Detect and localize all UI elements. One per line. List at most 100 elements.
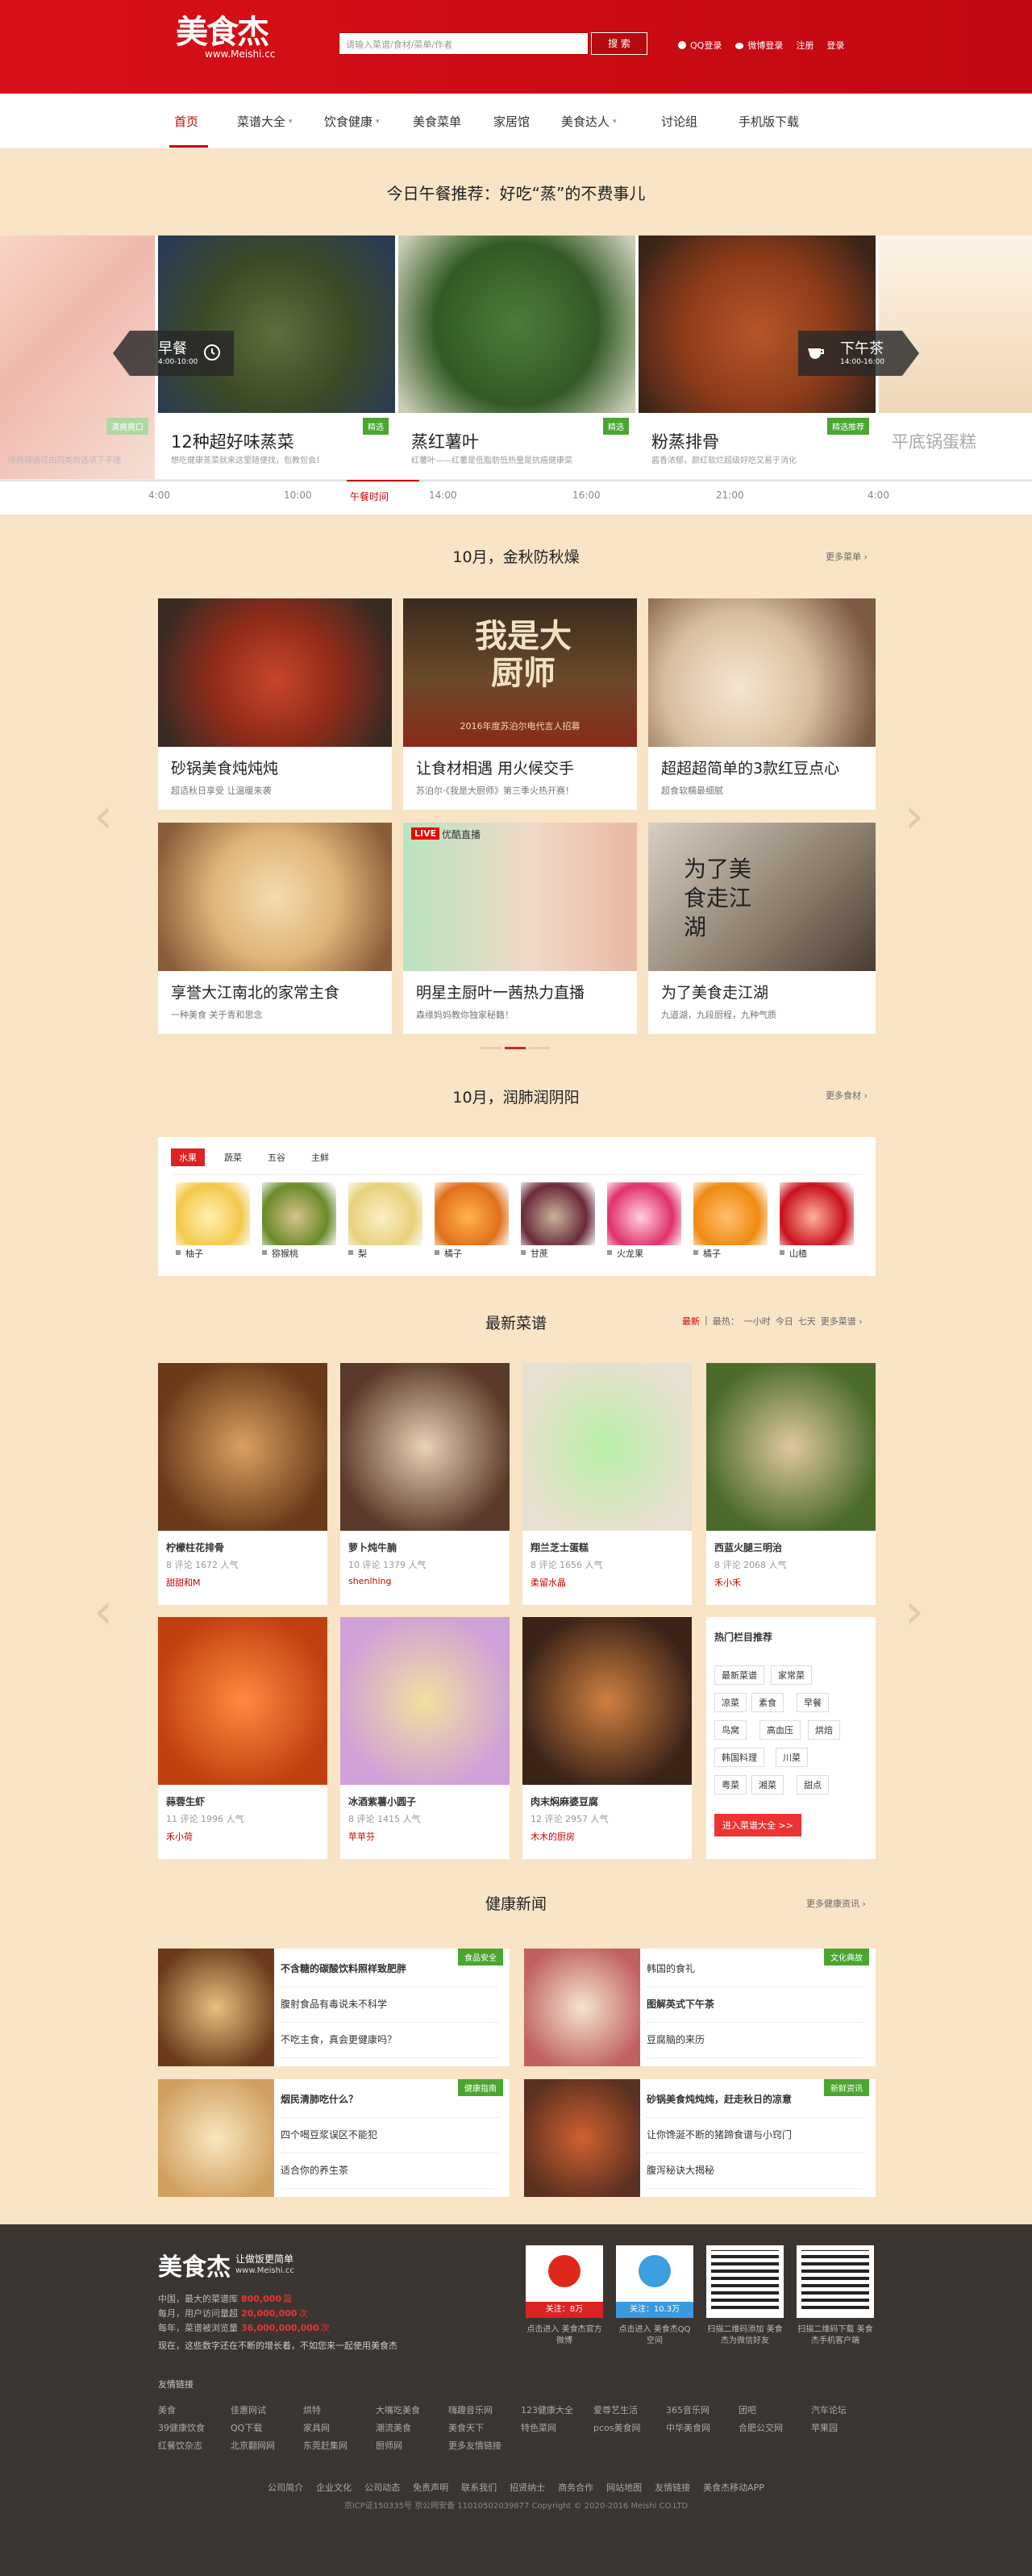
feature-card[interactable]: 为了美食走江湖 为了美食走江湖 九道湖，九段厨程，九种气质 (648, 823, 876, 1034)
friend-link[interactable]: 北京翻网网 (231, 2439, 275, 2452)
feature-card[interactable]: 我是大厨师 2016年度苏泊尔电代言人招募 让食材相遇 用火候交手 苏泊尔·《我… (403, 598, 637, 810)
breakfast-flag[interactable]: 早餐 4:00-10:00 (113, 331, 234, 376)
nav-home[interactable]: 首页 (174, 113, 198, 130)
news-link[interactable]: 砂锅美食炖炖炖，赶走秋日的凉意 (647, 2092, 864, 2118)
footer-link[interactable]: 公司简介 (268, 2482, 303, 2493)
timeline-tick[interactable]: 16:00 (572, 490, 601, 501)
friend-link[interactable]: 大嘴吃美食 (376, 2403, 420, 2416)
footer-link[interactable]: 商务合作 (558, 2482, 593, 2493)
dot-active[interactable] (505, 1047, 526, 1049)
hot-chip[interactable]: 鸟窝 (714, 1720, 747, 1740)
friend-link[interactable]: 爱尊艺生活 (593, 2403, 638, 2416)
recipe-card[interactable]: 冰酒紫薯小圆子 8 评论 1415 人气 苹苹芬 (340, 1617, 510, 1859)
friend-link[interactable]: 厨师网 (376, 2439, 402, 2452)
friend-link[interactable]: 美食天下 (448, 2421, 484, 2434)
hot-chip[interactable]: 素食 (751, 1693, 784, 1712)
recipe-author[interactable]: 禾小荷 (166, 1830, 193, 1843)
footer-link[interactable]: 美食杰移动APP (703, 2482, 764, 2493)
qr-code[interactable]: 扫描二维码添加 美食杰为微信好友 (706, 2245, 784, 2366)
ingredient-item[interactable]: 猕猴桃 (257, 1179, 341, 1266)
dot[interactable] (481, 1047, 501, 1049)
friend-link[interactable]: 红餐饮杂志 (158, 2439, 202, 2452)
hot-chip[interactable]: 烘焙 (808, 1720, 840, 1740)
arrow-right-icon[interactable]: › (905, 1587, 929, 1636)
recipe-card[interactable]: 翔兰芝士蛋糕 8 评论 1656 人气 柔留水晶 (522, 1363, 692, 1605)
friend-link[interactable]: 美食 (158, 2403, 176, 2416)
friend-link[interactable]: 家具网 (303, 2421, 330, 2434)
friend-link[interactable]: pcos美食网 (593, 2421, 641, 2434)
arrow-left-icon[interactable]: ‹ (94, 792, 118, 840)
timeline-tick[interactable]: 4:00 (148, 490, 170, 501)
filter-today[interactable]: 今日 (776, 1315, 793, 1328)
hot-chip[interactable]: 最新菜谱 (714, 1665, 764, 1685)
timeline-tick[interactable]: 4:00 (868, 490, 889, 501)
friend-link[interactable]: QQ下载 (231, 2421, 262, 2434)
hot-chip[interactable]: 家常菜 (771, 1665, 812, 1685)
news-image[interactable] (524, 2079, 640, 2197)
qr-code[interactable]: 扫描二维码下载 美食杰手机客户端 (797, 2245, 874, 2366)
friend-link[interactable]: 团吧 (739, 2403, 756, 2416)
hot-chip[interactable]: 凉菜 (714, 1693, 747, 1712)
news-image[interactable] (158, 2079, 274, 2197)
feature-card[interactable]: 砂锅美食炖炖炖 超适秋日享受 让温暖来袭 (158, 598, 392, 810)
news-link[interactable]: 让你馋涎不断的猪蹄食谱与小窍门 (647, 2128, 864, 2153)
afternoon-tea-flag[interactable]: 下午茶 14:00-16:00 (798, 331, 919, 376)
more-ingredients-link[interactable]: 更多食材 › (826, 1089, 868, 1102)
hot-chip[interactable]: 高血压 (759, 1720, 801, 1740)
friend-link[interactable]: 合肥公交网 (739, 2421, 783, 2434)
hot-chip[interactable]: 湘菜 (751, 1775, 784, 1794)
timeline-tick-active[interactable]: 午餐时间 (350, 490, 389, 503)
nav-forum[interactable]: 讨论组 (661, 113, 697, 130)
search-input[interactable]: 请输入菜谱/食材/菜单/作者 (339, 32, 589, 55)
tab-vegetable[interactable]: 蔬菜 (224, 1151, 242, 1164)
footer-link[interactable]: 免责声明 (413, 2482, 448, 2493)
footer-link[interactable]: 联系我们 (461, 2482, 497, 2493)
friend-link[interactable]: 更多友情链接 (448, 2439, 501, 2452)
feature-card[interactable]: 享誉大江南北的家常主食 一种美食 关于青和思念 (158, 823, 392, 1034)
ingredient-item[interactable]: 柚子 (171, 1179, 255, 1266)
timeline-tick[interactable]: 10:00 (284, 490, 312, 501)
footer-link[interactable]: 网站地图 (606, 2482, 642, 2493)
hot-chip[interactable]: 川菜 (776, 1748, 808, 1767)
ingredient-item[interactable]: 山楂 (775, 1179, 859, 1266)
ingredient-item[interactable]: 橘子 (430, 1179, 514, 1266)
recipe-author[interactable]: 禾小禾 (714, 1576, 741, 1589)
ingredient-item[interactable]: 甘蔗 (516, 1179, 600, 1266)
nav-mobile[interactable]: 手机版下载 (739, 113, 799, 130)
footer-link[interactable]: 公司动态 (364, 2482, 400, 2493)
ingredient-item[interactable]: 梨 (343, 1179, 427, 1266)
news-link[interactable]: 图解英式下午茶 (647, 1997, 864, 2023)
timeline-tick[interactable]: 21:00 (716, 490, 744, 501)
social-follow[interactable]: 关注：8万 点击进入 美食杰官方微博 (526, 2245, 603, 2366)
tab-fresh[interactable]: 主鲜 (311, 1151, 329, 1164)
nav-health[interactable]: 饮食健康 ▾ (324, 113, 380, 130)
nav-menus[interactable]: 美食菜单 (413, 113, 461, 130)
site-logo[interactable]: 美食杰 www.Meishi.cc (176, 13, 275, 60)
slide-sweet-potato-leaves[interactable]: 精选 蒸红薯叶 红薯叶——红薯是低脂肪低热量是抗癌健康菜 (398, 236, 635, 479)
news-link[interactable]: 四个喝豆浆误区不能犯 (281, 2128, 498, 2153)
nav-home-living[interactable]: 家居馆 (493, 113, 530, 130)
more-menus-link[interactable]: 更多菜单 › (826, 550, 868, 563)
recipe-card[interactable]: 西蓝火腿三明治 8 评论 2068 人气 禾小禾 (706, 1363, 876, 1605)
more-recipes-link[interactable]: 更多菜谱 › (821, 1315, 863, 1328)
tab-fruit[interactable]: 水果 (171, 1148, 205, 1166)
friend-link[interactable]: 39健康饮食 (158, 2421, 205, 2434)
filter-newest[interactable]: 最新 (682, 1315, 700, 1328)
hot-chip[interactable]: 甜点 (797, 1775, 829, 1794)
news-image[interactable] (158, 1949, 274, 2066)
recipe-card[interactable]: 蒜蓉生虾 11 评论 1996 人气 禾小荷 (158, 1617, 327, 1859)
recipe-card[interactable]: 萝卜炖牛腩 10 评论 1379 人气 shenlhing (340, 1363, 510, 1605)
friend-link[interactable]: 佳惠网试 (231, 2403, 266, 2416)
recipe-author[interactable]: 柔留水晶 (531, 1576, 566, 1589)
dot[interactable] (529, 1047, 550, 1049)
friend-link[interactable]: 嗨趣音乐网 (448, 2403, 493, 2416)
filter-week[interactable]: 七天 (798, 1315, 816, 1328)
friend-link[interactable]: 潮流美食 (376, 2421, 411, 2434)
news-link[interactable]: 不吃主食，真会更健康吗？ (281, 2032, 498, 2058)
arrow-left-icon[interactable]: ‹ (94, 1587, 118, 1636)
news-link[interactable]: 豆腐脑的来历 (647, 2032, 864, 2058)
friend-link[interactable]: 中华美食网 (666, 2421, 710, 2434)
friend-link[interactable]: 烘特 (303, 2403, 321, 2416)
recipe-author[interactable]: 甜甜和M (166, 1576, 201, 1589)
ingredient-item[interactable]: 火龙果 (602, 1179, 686, 1266)
